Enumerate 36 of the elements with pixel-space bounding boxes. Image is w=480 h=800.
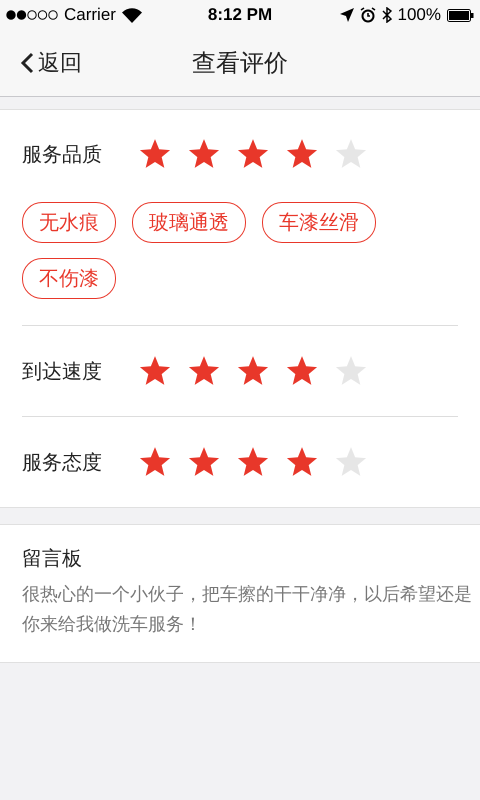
wifi-icon (122, 8, 142, 22)
star-icon (335, 446, 367, 478)
battery-percent: 100% (398, 5, 441, 25)
rating-label: 到达速度 (22, 358, 103, 384)
star-icon (139, 356, 171, 386)
signal-icon (6, 10, 58, 20)
star-icon (335, 138, 367, 170)
rating-label: 服务态度 (22, 448, 103, 476)
star-icon (139, 138, 171, 170)
star-icon (335, 356, 367, 386)
message-text: 很热心的一个小伙子，把车擦的干干净净，以后希望还是你来给我做洗车服务！ (22, 583, 473, 637)
tag: 不伤漆 (22, 258, 116, 299)
back-button[interactable]: 返回 (20, 48, 82, 78)
star-icon (188, 446, 220, 478)
bluetooth-icon (382, 7, 392, 23)
chevron-left-icon (20, 52, 34, 74)
battery-icon (447, 8, 474, 22)
rating-label: 服务品质 (22, 140, 103, 168)
star-icon (286, 446, 318, 478)
carrier-name: Carrier (64, 5, 116, 25)
tag: 无水痕 (22, 202, 116, 243)
star-icon (139, 446, 171, 478)
tag: 车漆丝滑 (262, 202, 376, 243)
star-icon (237, 356, 269, 386)
star-icon (286, 138, 318, 170)
location-icon (340, 8, 354, 22)
star-icon (188, 356, 220, 386)
star-icon (188, 138, 220, 170)
page-title: 查看评价 (192, 48, 288, 79)
star-icon (237, 446, 269, 478)
tag: 玻璃通透 (132, 202, 246, 243)
star-icon (237, 138, 269, 170)
message-title: 留言板 (22, 545, 83, 572)
status-time: 8:12 PM (208, 5, 272, 25)
star-icon (286, 356, 318, 386)
alarm-icon (360, 7, 376, 23)
